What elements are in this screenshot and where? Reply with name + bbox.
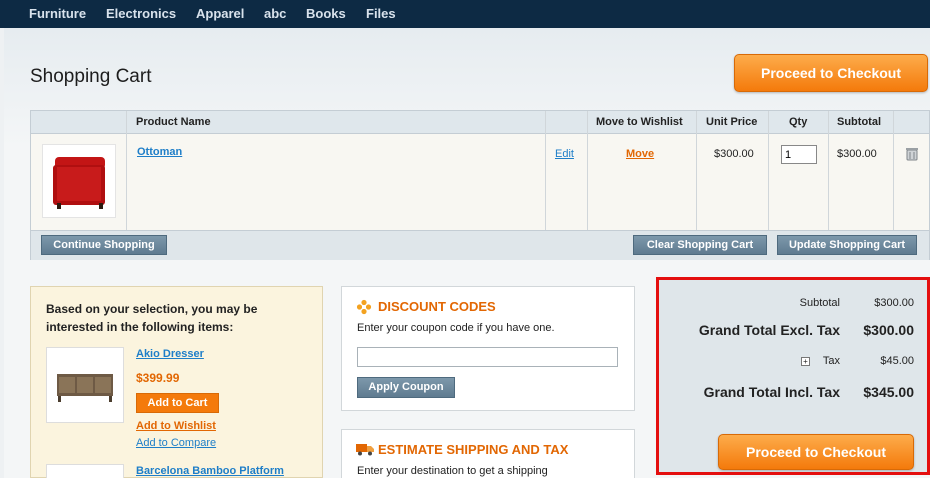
table-footer: Continue Shopping Clear Shopping Cart Up… bbox=[31, 230, 929, 260]
edit-link[interactable]: Edit bbox=[555, 148, 574, 160]
add-to-compare-link[interactable]: Add to Compare bbox=[136, 437, 216, 449]
nav-item-electronics[interactable]: Electronics bbox=[106, 6, 176, 21]
nav-item-files[interactable]: Files bbox=[366, 6, 396, 21]
barcelona-bamboo-link[interactable]: Barcelona Bamboo Platform bbox=[136, 465, 284, 477]
row-subtotal: $300.00 bbox=[837, 148, 877, 160]
estimate-shipping-box: ESTIMATE SHIPPING AND TAX Enter your des… bbox=[341, 429, 635, 478]
crosssell-heading: Based on your selection, you may be inte… bbox=[46, 302, 258, 334]
product-thumbnail-akio-dresser[interactable] bbox=[46, 347, 124, 423]
akio-dresser-link[interactable]: Akio Dresser bbox=[136, 348, 204, 360]
nav-item-books[interactable]: Books bbox=[306, 6, 346, 21]
update-shopping-cart-button[interactable]: Update Shopping Cart bbox=[777, 235, 917, 255]
add-to-wishlist-link[interactable]: Add to Wishlist bbox=[136, 420, 216, 432]
estimate-shipping-title: ESTIMATE SHIPPING AND TAX bbox=[378, 442, 569, 457]
header-subtotal: Subtotal bbox=[837, 116, 881, 128]
table-header: Product Name Move to Wishlist Unit Price… bbox=[31, 111, 929, 134]
akio-dresser-price: $399.99 bbox=[136, 371, 180, 385]
discount-codes-box: DISCOUNT CODES Enter your coupon code if… bbox=[341, 286, 635, 411]
product-name-link[interactable]: Ottoman bbox=[137, 146, 182, 158]
apply-coupon-button[interactable]: Apply Coupon bbox=[357, 377, 455, 398]
cart-table: Product Name Move to Wishlist Unit Price… bbox=[30, 110, 930, 260]
estimate-shipping-desc: Enter your destination to get a shipping bbox=[357, 465, 548, 477]
proceed-to-checkout-button-top[interactable]: Proceed to Checkout bbox=[734, 54, 928, 92]
trash-icon[interactable] bbox=[904, 146, 920, 165]
product-thumbnail-ottoman[interactable] bbox=[42, 144, 116, 218]
nav-item-furniture[interactable]: Furniture bbox=[29, 6, 86, 21]
continue-shopping-button[interactable]: Continue Shopping bbox=[41, 235, 167, 255]
header-product-name: Product Name bbox=[136, 116, 211, 128]
move-to-wishlist-link[interactable]: Move bbox=[626, 148, 654, 160]
discount-star-icon bbox=[356, 299, 372, 318]
discount-codes-title: DISCOUNT CODES bbox=[378, 299, 496, 314]
highlight-frame bbox=[656, 277, 930, 475]
header-move-to-wishlist: Move to Wishlist bbox=[596, 116, 683, 128]
page-title: Shopping Cart bbox=[30, 66, 152, 87]
discount-codes-desc: Enter your coupon code if you have one. bbox=[357, 322, 555, 334]
add-to-cart-button[interactable]: Add to Cart bbox=[136, 393, 219, 413]
crosssell-box: Based on your selection, you may be inte… bbox=[30, 286, 323, 478]
clear-shopping-cart-button[interactable]: Clear Shopping Cart bbox=[633, 235, 767, 255]
nav-item-apparel[interactable]: Apparel bbox=[196, 6, 244, 21]
header-qty: Qty bbox=[789, 116, 808, 128]
qty-input[interactable] bbox=[781, 145, 817, 164]
truck-icon bbox=[356, 442, 374, 459]
nav-item-abc[interactable]: abc bbox=[264, 6, 286, 21]
unit-price: $300.00 bbox=[714, 148, 754, 160]
top-navigation: Furniture Electronics Apparel abc Books … bbox=[0, 0, 930, 28]
coupon-code-input[interactable] bbox=[357, 347, 618, 367]
header-unit-price: Unit Price bbox=[706, 116, 758, 128]
product-thumbnail-barcelona[interactable] bbox=[46, 464, 124, 478]
